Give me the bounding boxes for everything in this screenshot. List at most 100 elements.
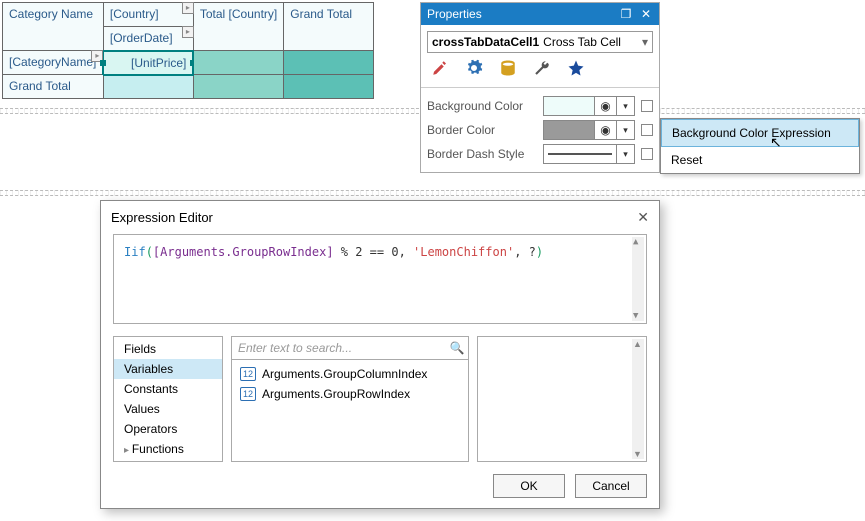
star-icon[interactable]	[567, 59, 585, 77]
expr-token: (	[146, 245, 153, 259]
property-grid: Background Color ◉ ▾ Border Color ◉ ▾ Bo…	[421, 88, 659, 172]
category-label: Variables	[124, 362, 173, 376]
variable-label: Arguments.GroupRowIndex	[262, 387, 410, 401]
dialog-buttons: OK Cancel	[113, 474, 647, 498]
menu-item-label: Background Color Expression	[672, 126, 831, 140]
cell-label: Grand Total	[9, 79, 71, 93]
fx-expression-icon[interactable]: ◉	[594, 97, 616, 115]
expand-marker-icon[interactable]	[641, 148, 653, 160]
prop-row-background-color: Background Color ◉ ▾	[427, 96, 653, 116]
design-ruler-bottom	[0, 190, 865, 196]
brush-icon[interactable]	[431, 59, 449, 77]
search-box: 🔍	[232, 337, 468, 360]
expr-token: Iif	[124, 245, 146, 259]
expression-textarea[interactable]: Iif([Arguments.GroupRowIndex] % 2 == 0, …	[113, 234, 647, 324]
wrench-icon[interactable]	[533, 59, 551, 77]
cell-grand-total-data-1[interactable]	[103, 75, 193, 99]
db-icon[interactable]	[499, 59, 517, 77]
menu-item-reset[interactable]: Reset	[661, 147, 859, 173]
cell-grand-total-header[interactable]: Grand Total	[284, 3, 374, 51]
cancel-button[interactable]: Cancel	[575, 474, 647, 498]
smart-tag-icon[interactable]: ▸	[182, 2, 194, 14]
properties-toolbar	[431, 59, 649, 77]
category-label: Constants	[124, 382, 178, 396]
expr-token: % 2 == 0,	[334, 245, 413, 259]
prop-label: Border Color	[427, 123, 537, 137]
prop-value-border-dash[interactable]: ▾	[543, 144, 635, 164]
cell-total-country-header[interactable]: Total [Country]	[193, 3, 283, 51]
expr-token: )	[536, 245, 543, 259]
prop-row-border-color: Border Color ◉ ▾	[427, 120, 653, 140]
cell-label: Grand Total	[290, 7, 352, 21]
cell-label: [Country]	[110, 7, 159, 21]
category-label: Fields	[124, 342, 156, 356]
scrollbar[interactable]	[632, 237, 644, 321]
properties-title-text: Properties	[427, 7, 482, 21]
search-input[interactable]	[232, 337, 446, 359]
cell-category-name-row[interactable]: [CategoryName] ▸	[3, 51, 104, 75]
color-swatch	[544, 97, 594, 115]
category-item-variables[interactable]: Variables	[114, 359, 222, 379]
category-item-operators[interactable]: Operators	[114, 419, 222, 439]
object-selector-combo[interactable]: crossTabDataCell1 Cross Tab Cell ▾	[427, 31, 653, 53]
dash-preview	[548, 153, 612, 155]
cell-total-country-data[interactable]	[193, 51, 283, 75]
items-column: 🔍 12 Arguments.GroupColumnIndex 12 Argum…	[231, 336, 469, 462]
category-item-values[interactable]: Values	[114, 399, 222, 419]
prop-label: Border Dash Style	[427, 147, 537, 161]
description-column	[477, 336, 647, 462]
fx-expression-icon[interactable]: ◉	[594, 121, 616, 139]
cell-grand-total-data-3[interactable]	[284, 75, 374, 99]
cell-label: [UnitPrice]	[131, 56, 186, 70]
cell-grand-total-data-2[interactable]	[193, 75, 283, 99]
context-menu: Background Color Expression Reset	[660, 118, 860, 174]
type-badge-icon: 12	[240, 387, 256, 401]
category-item-fields[interactable]: Fields	[114, 339, 222, 359]
close-icon[interactable]: ✕	[637, 209, 649, 226]
type-badge-icon: 12	[240, 367, 256, 381]
scrollbar[interactable]	[632, 339, 644, 459]
cell-country-header[interactable]: [Country] ▸	[103, 3, 193, 27]
prop-value-border-color[interactable]: ◉ ▾	[543, 120, 635, 140]
category-label: Values	[124, 402, 160, 416]
expand-marker-icon[interactable]	[641, 124, 653, 136]
chevron-down-icon[interactable]: ▾	[616, 121, 634, 139]
gears-icon[interactable]	[465, 59, 483, 77]
category-label: Functions	[132, 442, 184, 456]
cell-label: [CategoryName]	[9, 55, 96, 69]
category-list: Fields Variables Constants Values Operat…	[113, 336, 223, 462]
expression-editor-dialog: Expression Editor ✕ Iif([Arguments.Group…	[100, 200, 660, 509]
expand-marker-icon[interactable]	[641, 100, 653, 112]
crosstab-designer[interactable]: Category Name [Country] ▸ Total [Country…	[2, 2, 374, 99]
search-icon[interactable]: 🔍	[446, 341, 468, 355]
expr-token: , ?	[514, 245, 536, 259]
category-item-functions[interactable]: Functions	[114, 439, 222, 459]
cell-grand-total-row[interactable]: Grand Total	[3, 75, 104, 99]
prop-value-bg-color[interactable]: ◉ ▾	[543, 96, 635, 116]
object-name: crossTabDataCell1	[432, 35, 539, 49]
chevron-down-icon[interactable]: ▾	[642, 35, 648, 49]
prop-label: Background Color	[427, 99, 537, 113]
cell-orderdate-header[interactable]: [OrderDate] ▸	[103, 27, 193, 51]
properties-titlebar[interactable]: Properties ❐ ✕	[421, 3, 659, 25]
variable-label: Arguments.GroupColumnIndex	[262, 367, 427, 381]
cell-label: Category Name	[9, 7, 93, 21]
chevron-down-icon[interactable]: ▾	[616, 145, 634, 163]
restore-icon[interactable]: ❐	[619, 7, 633, 21]
chevron-down-icon[interactable]: ▾	[616, 97, 634, 115]
close-icon[interactable]: ✕	[639, 7, 653, 21]
variable-item-group-row-index[interactable]: 12 Arguments.GroupRowIndex	[234, 384, 466, 404]
cell-category-name-header[interactable]: Category Name	[3, 3, 104, 51]
category-item-constants[interactable]: Constants	[114, 379, 222, 399]
cell-grand-total-data[interactable]	[284, 51, 374, 75]
ok-button[interactable]: OK	[493, 474, 565, 498]
properties-panel: Properties ❐ ✕ crossTabDataCell1 Cross T…	[420, 2, 660, 173]
expr-token: [Arguments.GroupRowIndex]	[153, 245, 334, 259]
variable-item-group-column-index[interactable]: 12 Arguments.GroupColumnIndex	[234, 364, 466, 384]
smart-tag-icon[interactable]: ▸	[182, 26, 194, 38]
menu-item-bg-color-expression[interactable]: Background Color Expression	[661, 119, 859, 147]
dialog-title-text: Expression Editor	[111, 210, 213, 225]
color-swatch	[544, 121, 594, 139]
cell-unitprice-selected[interactable]: [UnitPrice]	[103, 51, 193, 75]
dialog-titlebar[interactable]: Expression Editor ✕	[101, 201, 659, 234]
